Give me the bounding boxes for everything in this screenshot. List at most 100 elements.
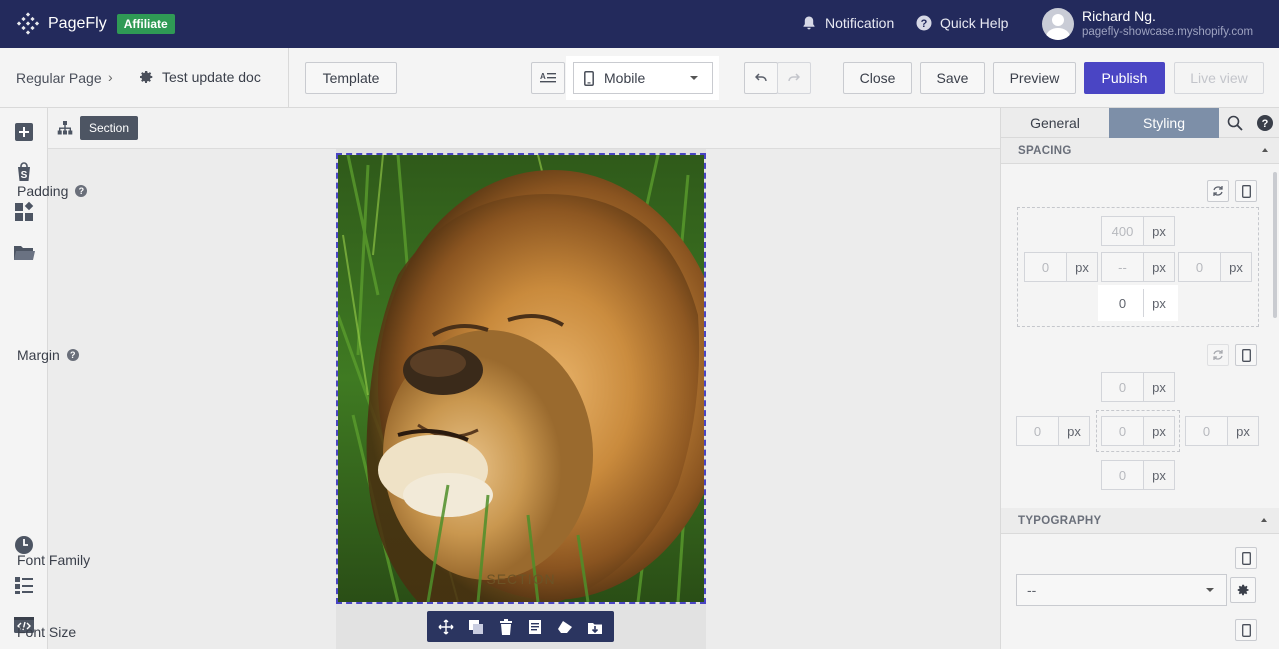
svg-text:?: ? [921, 18, 928, 30]
shopify-bag-icon[interactable]: S [13, 161, 35, 183]
mobile-icon [1241, 184, 1251, 198]
margin-top-value: 0 [1102, 373, 1144, 401]
move-icon[interactable] [436, 617, 456, 637]
mobile-icon [584, 70, 594, 86]
text-align-button[interactable]: A [531, 62, 565, 94]
brand-name: PageFly [48, 15, 107, 32]
margin-device-toggle[interactable] [1235, 344, 1257, 366]
svg-text:A: A [540, 72, 546, 81]
help-circle-icon: ? [916, 15, 932, 31]
svg-text:S: S [21, 170, 28, 181]
padding-bottom-unit: px [1152, 295, 1166, 311]
margin-all-input[interactable]: 0 px [1101, 416, 1175, 446]
collapse-arrow-icon [1261, 518, 1267, 522]
padding-label: Padding ? [17, 183, 88, 199]
margin-bottom-input[interactable]: 0 px [1101, 460, 1175, 490]
padding-left-unit: px [1075, 259, 1089, 275]
page-title: Test update doc [162, 69, 261, 85]
refresh-icon [1213, 350, 1223, 360]
spacing-title: SPACING [1018, 144, 1072, 157]
padding-top-value: 400 [1102, 217, 1144, 245]
padding-bottom-value: 0 [1102, 289, 1144, 317]
padding-device-toggle[interactable] [1235, 180, 1257, 202]
folder-icon[interactable] [13, 241, 35, 263]
brand[interactable]: PageFly Affiliate [16, 12, 175, 36]
template-button[interactable]: Template [305, 62, 397, 94]
refresh-icon [1213, 186, 1223, 196]
reset-margin-button[interactable] [1207, 344, 1229, 366]
tab-styling[interactable]: Styling [1109, 108, 1219, 138]
margin-top-input[interactable]: 0 px [1101, 372, 1175, 402]
user-menu[interactable]: Richard Ng. pagefly-showcase.myshopify.c… [1042, 8, 1253, 40]
undo-icon [755, 73, 767, 82]
mobile-icon [1241, 348, 1251, 362]
canvas-header: Section [48, 108, 1000, 149]
quick-help-button[interactable]: ? Quick Help [916, 15, 1008, 31]
margin-right-input[interactable]: 0 px [1185, 416, 1259, 446]
selected-section[interactable]: SECTION [336, 153, 706, 604]
redo-button[interactable] [777, 62, 811, 94]
undo-button[interactable] [744, 62, 778, 94]
avatar [1042, 8, 1074, 40]
typography-section-header[interactable]: TYPOGRAPHY [1001, 508, 1279, 534]
reset-padding-button[interactable] [1207, 180, 1229, 202]
user-name: Richard Ng. [1082, 8, 1156, 24]
clear-format-icon[interactable] [555, 617, 575, 637]
margin-bottom-unit: px [1152, 467, 1166, 483]
preview-button[interactable]: Preview [993, 62, 1076, 94]
chevron-right-icon: › [108, 69, 113, 85]
section-placeholder-label: SECTION [486, 571, 556, 587]
font-family-device-toggle[interactable] [1235, 547, 1257, 569]
search-icon[interactable] [1227, 115, 1243, 131]
font-size-label: Font Size [17, 624, 76, 640]
trash-icon[interactable] [496, 617, 516, 637]
save-as-template-icon[interactable] [525, 617, 545, 637]
top-bar: PageFly Affiliate Notification ? Quick H… [0, 0, 1279, 48]
pagefly-logo-icon [16, 12, 40, 35]
padding-left-input[interactable]: 0 px [1024, 252, 1098, 282]
close-button[interactable]: Close [843, 62, 912, 94]
affiliate-badge[interactable]: Affiliate [116, 14, 175, 34]
help-icon[interactable]: ? [1257, 115, 1273, 131]
publish-button[interactable]: Publish [1084, 62, 1165, 94]
page-settings[interactable]: Test update doc [138, 69, 261, 85]
apps-icon[interactable] [13, 201, 35, 223]
svg-text:?: ? [1262, 118, 1269, 130]
padding-all-input[interactable]: -- px [1101, 252, 1175, 282]
margin-right-unit: px [1236, 423, 1250, 439]
padding-bottom-input[interactable]: 0 px [1101, 288, 1175, 318]
quick-help-label: Quick Help [940, 15, 1009, 31]
duplicate-icon[interactable] [466, 617, 486, 637]
notification-button[interactable]: Notification [801, 15, 894, 31]
font-settings-button[interactable] [1230, 577, 1256, 603]
caret-down-icon [1206, 588, 1214, 592]
info-icon[interactable]: ? [75, 185, 88, 197]
save-button[interactable]: Save [920, 62, 985, 94]
padding-right-input[interactable]: 0 px [1178, 252, 1252, 282]
breadcrumb-page-type[interactable]: Regular Page [16, 70, 102, 86]
margin-top-unit: px [1152, 379, 1166, 395]
collapse-arrow-icon [1262, 148, 1268, 152]
gear-icon [1237, 584, 1249, 596]
margin-all-value: 0 [1102, 417, 1144, 445]
device-select[interactable]: Mobile [573, 62, 713, 94]
font-family-label-text: Font Family [17, 552, 91, 568]
margin-left-input[interactable]: 0 px [1016, 416, 1090, 446]
margin-label-text: Margin [17, 347, 60, 363]
font-family-select[interactable]: -- [1016, 574, 1227, 606]
font-family-label: Font Family [17, 552, 90, 568]
download-icon[interactable] [585, 617, 605, 637]
panel-scrollbar[interactable] [1273, 172, 1277, 318]
outline-list-icon[interactable] [13, 574, 35, 596]
tab-general[interactable]: General [1001, 108, 1109, 138]
selected-element-tag[interactable]: Section [80, 116, 139, 140]
hierarchy-tree-icon[interactable] [57, 120, 73, 136]
spacing-section-header[interactable]: SPACING [1001, 138, 1279, 164]
editor-toolbar: Regular Page › Test update doc Template … [0, 48, 1279, 108]
font-size-device-toggle[interactable] [1235, 619, 1257, 641]
padding-top-unit: px [1152, 223, 1166, 239]
live-view-button[interactable]: Live view [1174, 62, 1264, 94]
info-icon[interactable]: ? [66, 349, 79, 361]
padding-top-input[interactable]: 400 px [1101, 216, 1175, 246]
add-element-icon[interactable] [13, 121, 35, 143]
